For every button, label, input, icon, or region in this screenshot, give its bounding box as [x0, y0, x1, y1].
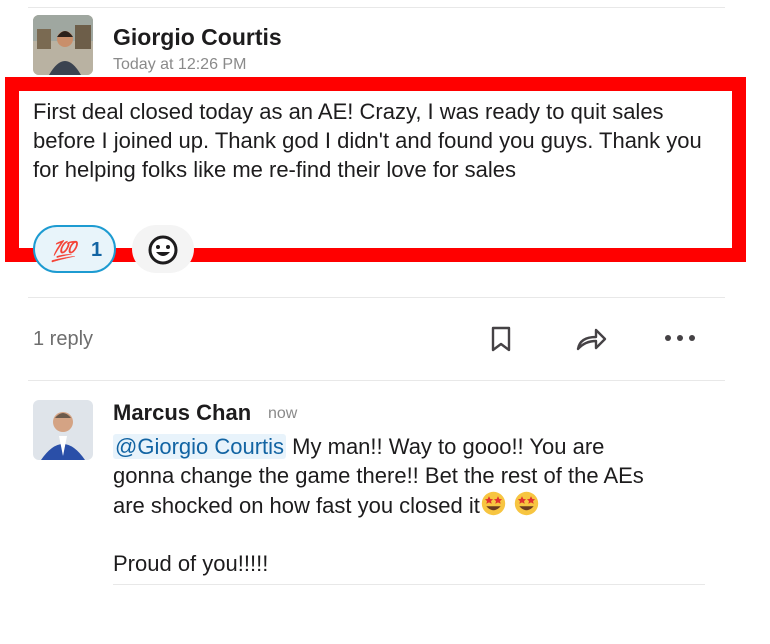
- hundred-points-icon: 💯: [51, 241, 76, 263]
- message-timestamp[interactable]: now: [268, 405, 297, 423]
- divider-after-reactions: [28, 297, 725, 298]
- reply-message: @Giorgio Courtis My man!! Way to gooo!! …: [113, 432, 713, 578]
- message-text: First deal closed today as an AE! Crazy,…: [33, 99, 702, 182]
- avatar-marcus[interactable]: [33, 400, 93, 460]
- author-name[interactable]: Marcus Chan: [113, 400, 251, 426]
- star-struck-icon: [481, 491, 506, 516]
- reply-count-link[interactable]: 1 reply: [33, 328, 93, 351]
- message-text: are shocked on how fast you closed it: [113, 493, 480, 518]
- reaction-grinning[interactable]: [132, 225, 194, 273]
- avatar-giorgio[interactable]: [33, 15, 93, 75]
- top-divider: [28, 7, 725, 8]
- more-options-icon[interactable]: [664, 333, 696, 343]
- reaction-count: 1: [91, 239, 103, 261]
- author-name[interactable]: Giorgio Courtis: [113, 24, 282, 51]
- divider-before-replies: [28, 380, 725, 381]
- message-line: gonna change the game there!! Bet the re…: [113, 463, 644, 488]
- grinning-face-icon: [148, 235, 178, 265]
- share-arrow-icon[interactable]: [574, 325, 608, 353]
- bookmark-icon[interactable]: [489, 325, 513, 353]
- message-timestamp[interactable]: Today at 12:26 PM: [113, 56, 246, 74]
- message-line: @Giorgio Courtis My man!! Way to gooo!! …: [113, 432, 713, 461]
- user-mention[interactable]: @Giorgio Courtis: [113, 434, 287, 459]
- avatar-photo-icon: [33, 400, 93, 460]
- message-line: Proud of you!!!!!: [113, 551, 269, 576]
- message-line: are shocked on how fast you closed it: [113, 490, 713, 520]
- bottom-divider: [113, 584, 705, 585]
- star-struck-icon: [514, 491, 539, 516]
- avatar-photo-icon: [33, 15, 93, 75]
- reaction-hundred[interactable]: 💯 1: [33, 225, 116, 273]
- message-text: My man!! Way to gooo!! You are: [286, 434, 605, 459]
